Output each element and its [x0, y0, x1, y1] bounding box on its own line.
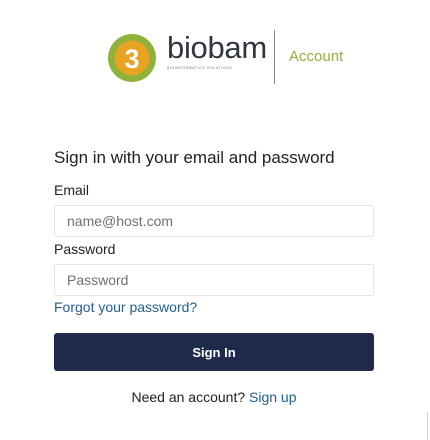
svg-text:3: 3 — [124, 44, 139, 74]
form-title: Sign in with your email and password — [54, 148, 335, 167]
account-label: Account — [289, 48, 344, 65]
header: 3 biobam BIOINFORMATICS SOLUTIONS Accoun… — [0, 0, 430, 100]
sign-up-link[interactable]: Sign up — [249, 389, 296, 405]
password-label: Password — [54, 241, 116, 257]
header-divider — [274, 30, 275, 84]
signup-prompt-text: Need an account? — [131, 389, 246, 405]
password-input[interactable] — [54, 264, 374, 296]
forgot-password-link[interactable]: Forgot your password? — [54, 299, 197, 316]
brand-name: biobam — [167, 30, 267, 65]
sign-in-button[interactable]: Sign In — [54, 333, 374, 371]
biobam-logo-icon: 3 — [108, 34, 156, 82]
email-input[interactable] — [54, 205, 374, 237]
email-label: Email — [54, 182, 90, 198]
signup-prompt: Need an account? Sign up — [54, 389, 374, 406]
brand-tagline: BIOINFORMATICS SOLUTIONS — [167, 66, 233, 70]
edge-divider — [427, 412, 428, 440]
